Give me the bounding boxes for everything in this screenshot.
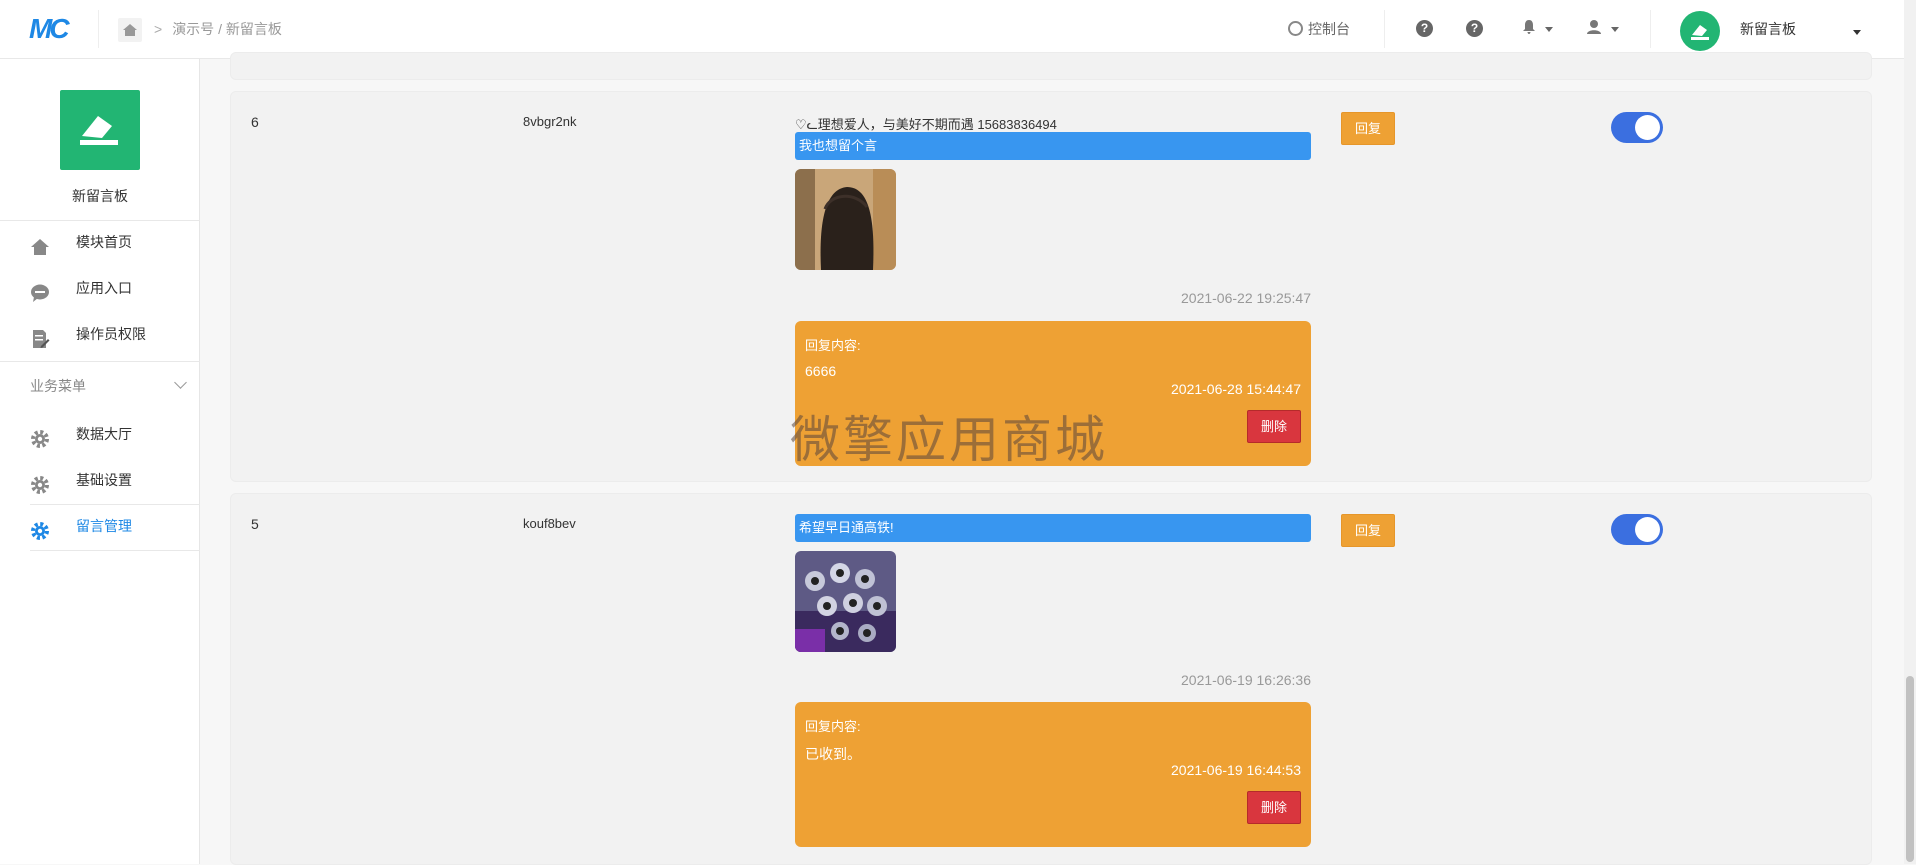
reply-content: 已收到。: [805, 746, 861, 762]
chat-icon: [30, 279, 50, 302]
reply-button[interactable]: 回复: [1341, 514, 1395, 547]
previous-row-card: [230, 52, 1872, 80]
sidebar-item-message-management[interactable]: 留言管理: [0, 507, 200, 545]
reply-box: 回复内容: 已收到。 2021-06-19 16:44:53 删除: [795, 702, 1311, 847]
delete-reply-button[interactable]: 删除: [1247, 791, 1301, 824]
message-content: 希望早日通高铁!: [795, 514, 1311, 542]
gear-icon: [30, 517, 50, 540]
divider: [30, 504, 200, 505]
caret-down-icon: [1853, 29, 1861, 35]
section-header-business-menu[interactable]: 业务菜单: [30, 376, 86, 396]
home-icon[interactable]: [118, 18, 142, 42]
divider: [1650, 10, 1651, 48]
reply-header: 回复内容:: [805, 719, 861, 734]
chevron-right-icon: >: [154, 21, 163, 37]
row-id: 5: [251, 516, 259, 532]
breadcrumb-path[interactable]: 演示号 / 新留言板: [172, 21, 282, 37]
sidebar-item-label: 操作员权限: [76, 326, 146, 342]
sidebar: 新留言板 模块首页 应用入口 操作员权限 业务菜单 数据大厅 基础设置 留言管理: [0, 59, 200, 864]
module-avatar[interactable]: [1680, 11, 1720, 51]
scrollbar[interactable]: [1904, 0, 1916, 864]
bell-icon: [1522, 20, 1540, 36]
message-time: 2021-06-19 16:26:36: [1181, 672, 1311, 688]
status-toggle[interactable]: [1611, 514, 1663, 545]
notification-dropdown[interactable]: [1522, 19, 1553, 36]
scrollbar-thumb[interactable]: [1906, 676, 1914, 862]
sidebar-item-app-entry[interactable]: 应用入口: [0, 269, 200, 307]
row-nickname: 8vbgr2nk: [523, 114, 577, 129]
breadcrumb: > 演示号 / 新留言板: [154, 19, 282, 39]
sidebar-item-label: 应用入口: [76, 280, 132, 296]
divider: [0, 220, 200, 221]
row-id: 6: [251, 114, 259, 130]
console-label: 控制台: [1308, 21, 1350, 37]
doc-edit-icon: [30, 325, 50, 348]
message-content: 我也想留个言: [795, 132, 1311, 160]
divider: [0, 361, 200, 362]
toggle-knob: [1635, 517, 1660, 542]
message-image[interactable]: [795, 169, 896, 270]
sidebar-item-basic-settings[interactable]: 基础设置: [0, 461, 200, 499]
reply-button[interactable]: 回复: [1341, 112, 1395, 145]
divider: [1384, 10, 1385, 48]
gear-icon: [30, 471, 50, 494]
home-icon: [30, 233, 50, 255]
message-image[interactable]: [795, 551, 896, 652]
row-user-info: ♡ᓚ理想爱人，与美好不期而遇 15683836494: [795, 117, 1057, 132]
reply-time: 2021-06-19 16:44:53: [1171, 762, 1301, 778]
sidebar-item-module-home[interactable]: 模块首页: [0, 223, 200, 261]
sidebar-item-label: 数据大厅: [76, 426, 132, 442]
app-name: 新留言板: [72, 188, 128, 204]
help-icon[interactable]: ?: [1416, 19, 1433, 37]
sidebar-item-label: 基础设置: [76, 472, 132, 488]
sidebar-item-label: 模块首页: [76, 234, 132, 250]
reply-header: 回复内容:: [805, 338, 861, 353]
watermark: 微擎应用商城: [790, 411, 1108, 469]
message-time: 2021-06-22 19:25:47: [1181, 290, 1311, 306]
module-name[interactable]: 新留言板: [1740, 19, 1796, 39]
module-dropdown[interactable]: [1848, 23, 1861, 39]
reply-time: 2021-06-28 15:44:47: [1171, 381, 1301, 397]
top-bar: MC > 演示号 / 新留言板 控制台 ? ? 新留言板: [0, 0, 1916, 59]
caret-down-icon: [1544, 26, 1553, 32]
delete-reply-button[interactable]: 删除: [1247, 410, 1301, 443]
user-dropdown[interactable]: [1586, 19, 1619, 36]
table-row: 5 kouf8bev 希望早日通高铁! 2021-06-19 16:26:36 …: [230, 493, 1872, 865]
row-nickname: kouf8bev: [523, 516, 576, 531]
divider: [98, 10, 99, 48]
sidebar-item-data-hall[interactable]: 数据大厅: [0, 415, 200, 453]
question-icon[interactable]: ?: [1466, 19, 1483, 37]
brand-logo[interactable]: MC: [29, 14, 77, 44]
sidebar-item-operator-permissions[interactable]: 操作员权限: [0, 315, 200, 353]
user-icon: [1586, 20, 1606, 36]
caret-down-icon: [1610, 26, 1619, 32]
gear-icon: [30, 425, 50, 448]
console-icon: [1288, 21, 1303, 36]
divider: [30, 550, 200, 551]
toggle-knob: [1635, 115, 1660, 140]
sidebar-item-label: 留言管理: [76, 518, 132, 534]
app-icon: [60, 90, 140, 170]
status-toggle[interactable]: [1611, 112, 1663, 143]
chevron-down-icon[interactable]: [174, 376, 187, 389]
console-link[interactable]: 控制台: [1288, 19, 1350, 39]
reply-content: 6666: [805, 363, 837, 379]
